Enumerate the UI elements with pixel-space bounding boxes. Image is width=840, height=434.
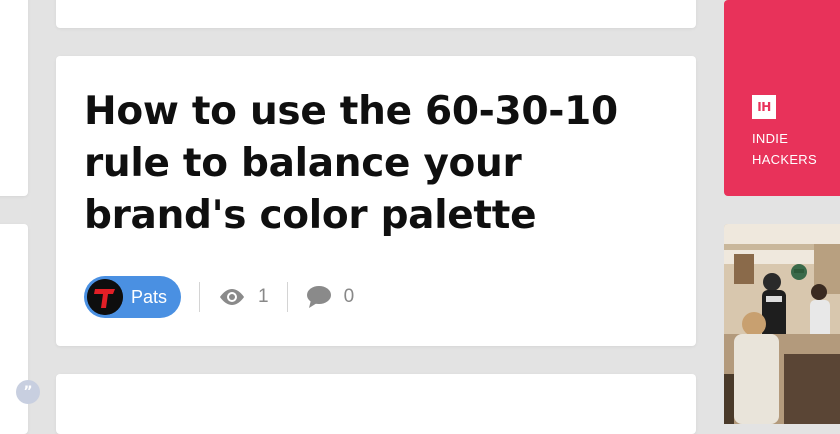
views-stat: 1 [218,286,269,308]
comments-stat[interactable]: 0 [306,285,355,309]
quote-icon[interactable]: ” [16,380,40,404]
t-logo-icon [87,279,123,315]
indie-hackers-promo[interactable]: IH INDIE HACKERS [724,0,840,196]
sidebar-photo[interactable] [724,224,840,424]
author-button[interactable]: Pats [84,276,182,318]
left-card-top[interactable] [0,0,28,196]
next-post-card[interactable] [56,374,696,434]
eye-icon [220,289,245,305]
promo-text: INDIE HACKERS [752,128,817,170]
comments-count: 0 [343,286,355,307]
cafe-photo-image [724,224,840,424]
indie-hackers-logo: IH [752,95,776,119]
divider [286,282,288,312]
avatar [87,279,123,315]
comment-icon [306,286,331,308]
divider [199,282,201,312]
author-name: Pats [131,286,168,307]
views-count: 1 [258,286,269,307]
previous-post-card[interactable] [56,0,696,28]
post-meta: Pats 1 0 [84,276,354,318]
post-card[interactable]: How to use the 60-30-10 rule to balance … [56,56,696,346]
promo-line-2: HACKERS [752,152,817,167]
post-title[interactable]: How to use the 60-30-10 rule to balance … [84,86,684,242]
promo-line-1: INDIE [752,131,789,146]
